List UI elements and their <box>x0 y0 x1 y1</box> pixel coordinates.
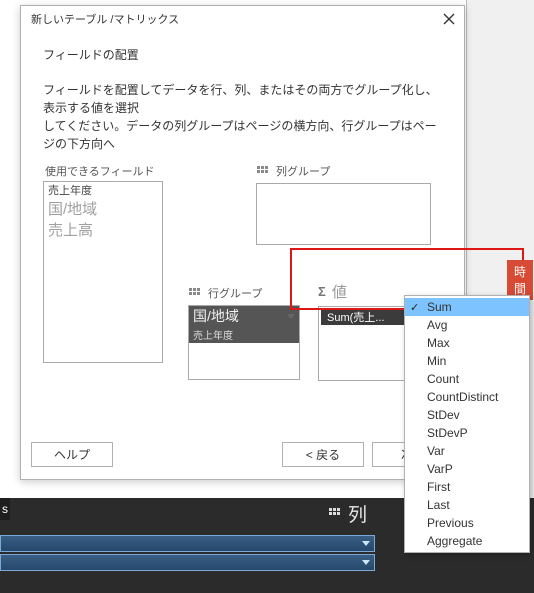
desc-line2: してください。データの列グループはページの横方向、行グループはページの下方向へ <box>43 117 442 153</box>
column-groups-label: 列グループ <box>276 163 330 179</box>
menu-item-count[interactable]: Count <box>405 370 529 388</box>
designer-row-slot[interactable] <box>0 554 375 571</box>
menu-item-var[interactable]: Var <box>405 442 529 460</box>
sigma-icon: Σ <box>318 284 326 299</box>
menu-item-varp[interactable]: VarP <box>405 460 529 478</box>
menu-item-label: Last <box>427 498 450 512</box>
layout-panels: 使用できるフィールド 売上年度 国/地域 売上高 列グループ <box>43 163 442 413</box>
dialog-titlebar: 新しいテーブル /マトリックス <box>21 6 464 32</box>
dialog-title: 新しいテーブル /マトリックス <box>31 11 179 27</box>
table-icon <box>188 287 202 299</box>
menu-item-max[interactable]: Max <box>405 334 529 352</box>
help-button[interactable]: ヘルプ <box>31 442 113 467</box>
back-button[interactable]: < 戻る <box>282 442 364 467</box>
table-icon <box>328 508 342 520</box>
designer-rows <box>0 535 375 573</box>
menu-item-label: Min <box>427 354 446 368</box>
section-description: フィールドを配置してデータを行、列、またはその両方でグループ化し、表示する値を選… <box>43 81 442 153</box>
menu-item-label: CountDistinct <box>427 390 498 404</box>
dialog-body: フィールドの配置 フィールドを配置してデータを行、列、またはその両方でグループ化… <box>21 32 464 413</box>
menu-item-previous[interactable]: Previous <box>405 514 529 532</box>
column-groups-box[interactable] <box>256 183 431 245</box>
menu-item-label: Max <box>427 336 450 350</box>
menu-item-aggregate[interactable]: Aggregate <box>405 532 529 550</box>
column-groups-panel: 列グループ <box>256 163 431 245</box>
desc-line1: フィールドを配置してデータを行、列、またはその両方でグループ化し、表示する値を選… <box>43 81 442 117</box>
row-groups-panel: 行グループ 国/地域 売上年度 <box>188 285 303 380</box>
menu-item-label: VarP <box>427 462 453 476</box>
list-item[interactable]: 国/地域 <box>44 198 162 219</box>
chevron-down-icon[interactable] <box>362 560 370 565</box>
menu-item-label: Avg <box>427 318 447 332</box>
chevron-down-icon[interactable] <box>287 314 295 319</box>
dialog-button-row: ヘルプ < 戻る 次へ <box>21 442 464 467</box>
section-heading: フィールドの配置 <box>43 46 442 63</box>
values-label: 値 <box>332 281 347 302</box>
close-button[interactable] <box>440 10 458 28</box>
designer-row-slot[interactable] <box>0 535 375 552</box>
chevron-down-icon[interactable] <box>362 541 370 546</box>
menu-item-label: Previous <box>427 516 474 530</box>
available-fields-panel: 使用できるフィールド 売上年度 国/地域 売上高 <box>43 163 168 363</box>
menu-item-min[interactable]: Min <box>405 352 529 370</box>
close-icon <box>443 13 455 25</box>
menu-item-label: StDev <box>427 408 460 422</box>
menu-item-first[interactable]: First <box>405 478 529 496</box>
list-item[interactable]: 売上高 <box>44 219 162 240</box>
designer-col-heading: 列 <box>328 500 367 527</box>
designer-tab[interactable]: s <box>0 498 10 520</box>
row-groups-box[interactable]: 国/地域 売上年度 <box>188 305 300 380</box>
menu-item-label: Count <box>427 372 459 386</box>
menu-item-sum[interactable]: ✓ Sum <box>405 298 529 316</box>
row-group-item-label: 国/地域 <box>193 306 239 326</box>
row-groups-label: 行グループ <box>208 285 262 301</box>
menu-item-label: Aggregate <box>427 534 482 548</box>
available-fields-label: 使用できるフィールド <box>45 163 168 179</box>
menu-item-label: First <box>427 480 450 494</box>
time-chip[interactable]: 時間 <box>507 260 533 300</box>
menu-item-stdevp[interactable]: StDevP <box>405 424 529 442</box>
menu-item-countdistinct[interactable]: CountDistinct <box>405 388 529 406</box>
available-fields-list[interactable]: 売上年度 国/地域 売上高 <box>43 181 163 363</box>
menu-item-label: Sum <box>427 300 452 314</box>
menu-item-avg[interactable]: Avg <box>405 316 529 334</box>
menu-item-last[interactable]: Last <box>405 496 529 514</box>
new-table-matrix-dialog: 新しいテーブル /マトリックス フィールドの配置 フィールドを配置してデータを行… <box>20 5 465 480</box>
row-group-item-selected[interactable]: 国/地域 <box>189 306 299 326</box>
table-icon <box>256 165 270 177</box>
list-item[interactable]: 売上年度 <box>44 182 162 198</box>
check-icon: ✓ <box>410 301 419 314</box>
menu-item-label: StDevP <box>427 426 468 440</box>
value-item-label: Sum(売上... <box>327 309 384 325</box>
designer-col-label: 列 <box>348 500 367 527</box>
aggregate-menu[interactable]: ✓ Sum Avg Max Min Count CountDistinct St… <box>404 295 530 553</box>
menu-item-label: Var <box>427 444 445 458</box>
value-item-selected[interactable]: Sum(売上... <box>321 309 417 325</box>
row-group-item[interactable]: 売上年度 <box>189 326 299 343</box>
menu-item-stdev[interactable]: StDev <box>405 406 529 424</box>
row-group-item-label: 売上年度 <box>193 331 233 342</box>
